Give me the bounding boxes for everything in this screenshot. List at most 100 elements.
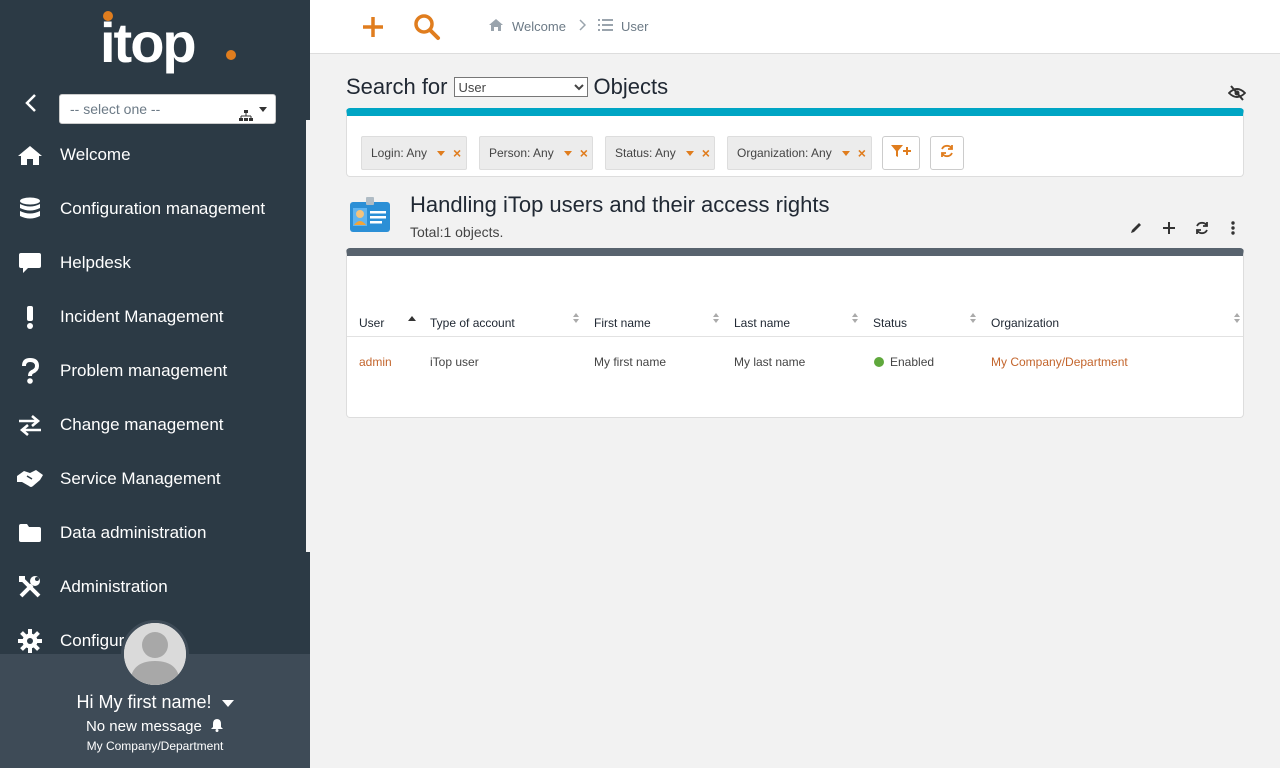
- chevron-down-icon: [563, 150, 572, 156]
- refresh-icon[interactable]: [1191, 218, 1213, 238]
- remove-criterion-icon[interactable]: ×: [453, 145, 461, 161]
- remove-criterion-icon[interactable]: ×: [702, 145, 710, 161]
- sidebar: itop -- select one -- Welcome Configurat…: [0, 0, 310, 768]
- cell-user-link[interactable]: admin: [359, 355, 392, 369]
- criterion-person[interactable]: Person: Any ×: [479, 136, 593, 170]
- sidebar-item-incident-management[interactable]: Incident Management: [0, 290, 306, 344]
- status-enabled-dot-icon: [874, 357, 884, 367]
- filter-plus-icon: [890, 144, 912, 163]
- cell-organization-link[interactable]: My Company/Department: [991, 355, 1128, 369]
- notifications[interactable]: No new message: [0, 718, 310, 735]
- sidebar-item-label: Incident Management: [60, 307, 224, 326]
- avatar[interactable]: [121, 620, 189, 688]
- breadcrumb-label: User: [620, 19, 649, 34]
- sidebar-item-welcome[interactable]: Welcome: [0, 128, 306, 182]
- list-icon: [597, 19, 621, 34]
- sidebar-item-helpdesk[interactable]: Helpdesk: [0, 236, 306, 290]
- chevron-down-icon: [841, 150, 850, 156]
- sidebar-item-label: Welcome: [60, 145, 131, 164]
- cell-first-name: My first name: [594, 355, 667, 369]
- organization-filter-select[interactable]: -- select one --: [59, 94, 276, 124]
- sidebar-item-data-administration[interactable]: Data administration: [0, 506, 306, 560]
- sidebar-item-administration[interactable]: Administration: [0, 560, 306, 614]
- column-header-organization[interactable]: Organization: [991, 316, 1059, 330]
- breadcrumb-item-user[interactable]: User: [597, 19, 649, 34]
- user-class-icon: [349, 196, 391, 234]
- cell-type: iTop user: [430, 355, 479, 369]
- sort-icon[interactable]: [851, 311, 859, 323]
- criterion-label: Login: Any: [371, 146, 428, 160]
- sidebar-item-configuration-management[interactable]: Configuration management: [0, 182, 306, 236]
- search-suffix: Objects: [593, 74, 669, 99]
- edit-pencil-icon[interactable]: [1125, 218, 1147, 238]
- sidebar-item-label: Data administration: [60, 523, 207, 542]
- exclamation-icon: [16, 303, 44, 331]
- folder-icon: [16, 519, 44, 547]
- sidebar-item-change-management[interactable]: Change management: [0, 398, 306, 452]
- criterion-label: Organization: Any: [737, 146, 832, 160]
- remove-criterion-icon[interactable]: ×: [580, 145, 588, 161]
- eye-slash-icon[interactable]: [1227, 84, 1247, 102]
- column-header-last-name[interactable]: Last name: [734, 316, 790, 330]
- main-menu: Welcome Configuration management Helpdes…: [0, 128, 306, 668]
- user-organization: My Company/Department: [86, 739, 224, 753]
- status-label: Enabled: [890, 355, 935, 369]
- user-greeting: Hi My first name!: [76, 692, 212, 712]
- bell-icon: [206, 718, 224, 735]
- chevron-down-icon: [437, 150, 446, 156]
- cell-status: Enabled: [874, 355, 934, 369]
- column-header-status[interactable]: Status: [873, 316, 907, 330]
- svg-text:itop: itop: [100, 11, 195, 74]
- sidebar-item-problem-management[interactable]: Problem management: [0, 344, 306, 398]
- sidebar-item-service-management[interactable]: Service Management: [0, 452, 306, 506]
- search-class-select[interactable]: User: [453, 77, 588, 97]
- sidebar-item-label: Change management: [60, 415, 224, 434]
- search-prefix: Search for: [346, 74, 448, 99]
- itop-logo[interactable]: itop: [100, 8, 240, 80]
- sidebar-item-label: Administration: [60, 577, 168, 596]
- notifications-text: No new message: [85, 718, 202, 735]
- chat-bubble-icon: [16, 249, 44, 277]
- breadcrumb: Welcome User: [488, 18, 648, 35]
- global-search-button[interactable]: [412, 12, 442, 42]
- criterion-status[interactable]: Status: Any ×: [605, 136, 715, 170]
- home-icon: [488, 18, 512, 35]
- exchange-arrows-icon: [16, 411, 44, 439]
- handshake-icon: [16, 465, 44, 493]
- column-header-first-name[interactable]: First name: [594, 316, 651, 330]
- remove-criterion-icon[interactable]: ×: [858, 145, 866, 161]
- breadcrumb-label: Welcome: [512, 19, 566, 34]
- sort-icon[interactable]: [1233, 311, 1241, 323]
- header-divider: [347, 336, 1243, 337]
- breadcrumb-item-welcome[interactable]: Welcome: [488, 18, 566, 35]
- sort-ascending-icon[interactable]: [408, 312, 416, 324]
- criterion-label: Status: Any: [615, 146, 676, 160]
- search-criteria-panel: Login: Any × Person: Any × Status: Any ×…: [346, 108, 1244, 177]
- results-total: Total:1 objects.: [410, 224, 504, 240]
- gear-icon: [16, 627, 44, 655]
- column-header-type-of-account[interactable]: Type of account: [430, 316, 515, 330]
- more-actions-icon[interactable]: [1222, 218, 1244, 238]
- user-greeting-menu[interactable]: Hi My first name!: [0, 692, 310, 713]
- add-criterion-button[interactable]: [882, 136, 920, 170]
- sort-icon[interactable]: [969, 311, 977, 323]
- chevron-down-icon: [221, 699, 234, 707]
- sidebar-item-label: Problem management: [60, 361, 228, 380]
- new-object-button[interactable]: [358, 12, 388, 42]
- org-select-placeholder: -- select one --: [70, 101, 161, 117]
- criterion-login[interactable]: Login: Any ×: [361, 136, 467, 170]
- column-header-user[interactable]: User: [359, 316, 384, 330]
- question-icon: [16, 357, 44, 385]
- criterion-organization[interactable]: Organization: Any ×: [727, 136, 872, 170]
- add-plus-icon[interactable]: [1158, 218, 1180, 238]
- cell-last-name: My last name: [734, 355, 806, 369]
- sidebar-item-label: Configur: [60, 631, 125, 650]
- search-title: Search for User Objects: [346, 74, 668, 100]
- sort-icon[interactable]: [572, 311, 580, 323]
- database-icon: [16, 195, 44, 223]
- collapse-sidebar-icon[interactable]: [20, 92, 42, 114]
- sort-icon[interactable]: [712, 311, 720, 323]
- refresh-search-button[interactable]: [930, 136, 964, 170]
- home-icon: [16, 141, 44, 169]
- sidebar-scrollbar[interactable]: [306, 120, 310, 552]
